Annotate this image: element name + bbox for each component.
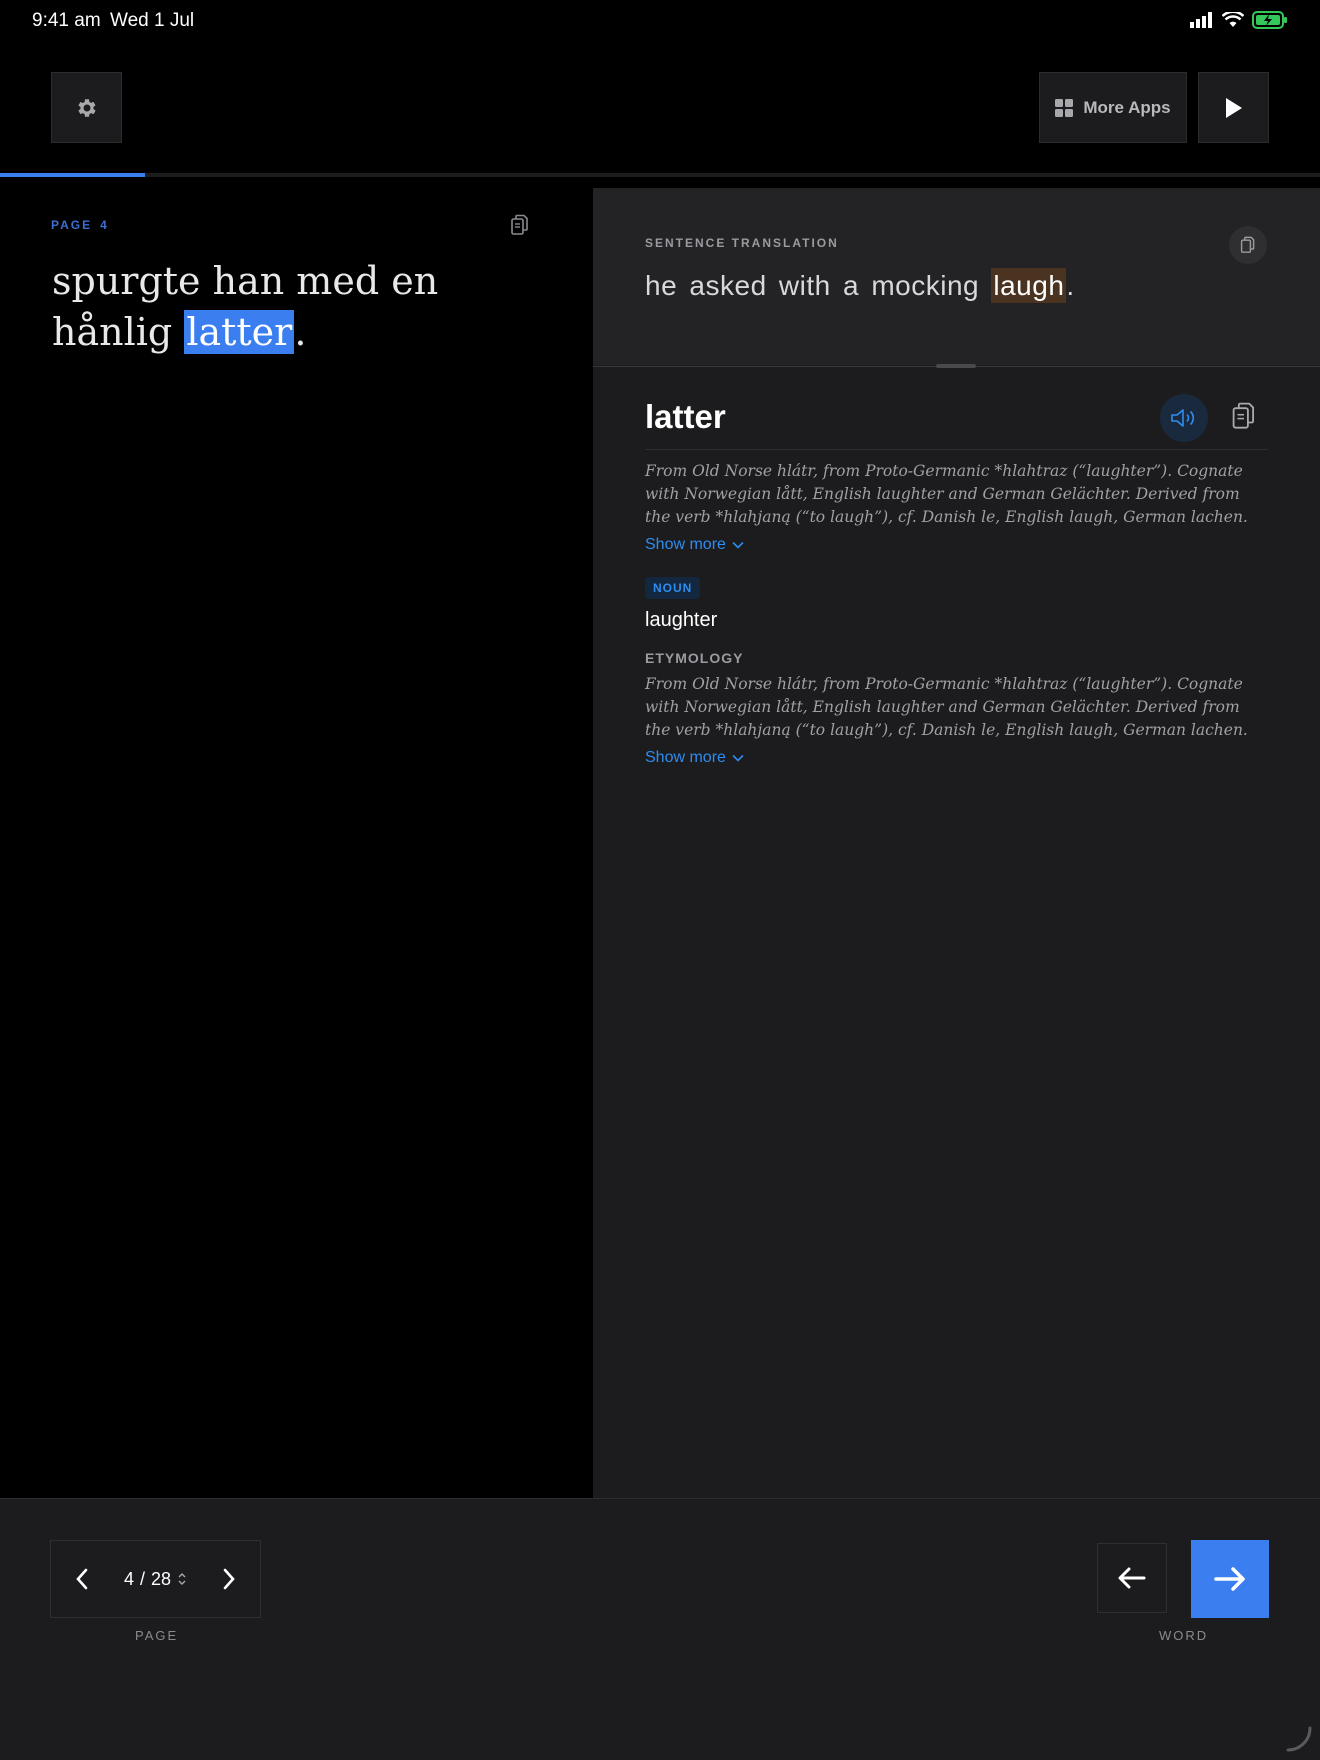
page-label-number: 4 <box>100 218 109 232</box>
status-date: Wed 1 Jul <box>110 10 195 31</box>
etymology-text: From Old Norse hlátr, from Proto-Germani… <box>645 675 1248 739</box>
etymology-summary: From Old Norse hlátr, from Proto-Germani… <box>645 462 1248 526</box>
gear-icon <box>77 98 96 117</box>
chevron-down-icon <box>732 754 744 762</box>
page-label: PAGE 4 <box>51 218 117 232</box>
show-more-label: Show more <box>645 749 726 766</box>
next-word-button[interactable] <box>1191 1540 1269 1618</box>
show-more-etymology-link[interactable]: Show more <box>645 749 744 767</box>
status-icons <box>1190 11 1288 29</box>
word-meaning: laughter <box>645 609 718 631</box>
signal-icon <box>1190 12 1212 28</box>
reading-progress <box>0 173 1320 177</box>
resize-corner-icon <box>1286 1726 1312 1752</box>
previous-page-button[interactable] <box>51 1541 113 1617</box>
translation-text: he asked with a mocking laugh. <box>645 268 1075 303</box>
chevron-updown-icon <box>178 1573 186 1585</box>
translation-box: SENTENCE TRANSLATION he asked with a moc… <box>593 188 1320 365</box>
copy-icon <box>1232 402 1255 429</box>
translation-punctuation: . <box>1066 270 1075 301</box>
reading-pane: PAGE 4 spurgte han med en hånlig latter. <box>0 188 593 1498</box>
play-icon <box>1225 97 1242 118</box>
translation-text-main: he asked with a mocking <box>645 270 992 301</box>
word-nav-caption: WORD <box>1159 1628 1209 1643</box>
play-button[interactable] <box>1198 72 1269 143</box>
translated-word: laugh <box>991 268 1067 303</box>
more-apps-button[interactable]: More Apps <box>1039 72 1187 143</box>
resize-handle[interactable] <box>936 364 976 368</box>
source-sentence: spurgte han med en hånlig latter. <box>52 256 532 358</box>
status-bar: 9:41 am Wed 1 Jul <box>0 0 1320 40</box>
copy-word-button[interactable] <box>1231 401 1257 436</box>
chevron-left-icon <box>76 1568 88 1590</box>
current-page: 4 <box>123 1568 134 1589</box>
etymology-heading: ETYMOLOGY <box>645 650 744 666</box>
speaker-icon <box>1171 409 1195 427</box>
page-pager: 4 / 28 <box>50 1540 261 1618</box>
settings-button[interactable] <box>51 72 122 143</box>
pager-caption: PAGE <box>135 1628 179 1643</box>
bottom-bar: 4 / 28 PAGE WORD <box>0 1498 1320 1760</box>
previous-word-button[interactable] <box>1097 1543 1167 1613</box>
battery-icon <box>1252 11 1287 29</box>
entry-divider <box>645 449 1268 450</box>
part-of-speech-badge: NOUN <box>645 577 701 599</box>
show-more-label: Show more <box>645 536 726 553</box>
show-more-summary-link[interactable]: Show more <box>645 536 744 554</box>
wifi-icon <box>1222 12 1244 27</box>
dictionary-panel: SENTENCE TRANSLATION he asked with a moc… <box>593 188 1320 1498</box>
arrow-right-icon <box>1214 1567 1245 1591</box>
total-pages: 28 <box>151 1568 172 1589</box>
copy-icon <box>1240 236 1255 253</box>
copy-icon <box>511 214 528 235</box>
page-label-text: PAGE <box>51 218 93 232</box>
translation-label: SENTENCE TRANSLATION <box>645 236 839 250</box>
selected-word[interactable]: latter <box>184 310 295 354</box>
arrow-left-icon <box>1118 1567 1146 1589</box>
page-selector[interactable]: 4 / 28 <box>113 1569 198 1590</box>
entry-word: latter <box>645 398 726 435</box>
reading-progress-fill <box>0 173 146 177</box>
chevron-down-icon <box>732 541 744 549</box>
grid-icon <box>1055 98 1074 117</box>
chevron-right-icon <box>223 1568 235 1590</box>
copy-translation-button[interactable] <box>1229 226 1267 264</box>
copy-sentence-button[interactable] <box>510 214 530 241</box>
status-time: 9:41 am <box>32 10 101 31</box>
next-page-button[interactable] <box>198 1541 260 1617</box>
page-separator: / <box>139 1568 145 1589</box>
more-apps-label: More Apps <box>1083 97 1171 117</box>
pronounce-button[interactable] <box>1160 394 1208 442</box>
sentence-punctuation: . <box>294 310 307 354</box>
